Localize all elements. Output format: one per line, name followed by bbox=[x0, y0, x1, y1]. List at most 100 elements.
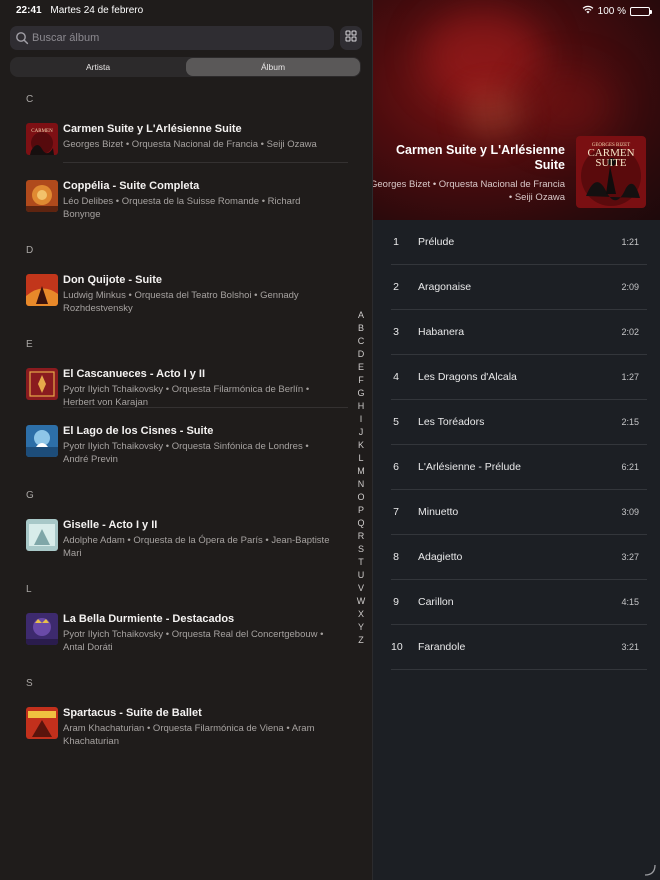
grid-icon bbox=[345, 29, 357, 47]
track-row[interactable]: 5 Les Toréadors 2:15 bbox=[391, 400, 647, 445]
track-row[interactable]: 3 Habanera 2:02 bbox=[391, 310, 647, 355]
track-row[interactable]: 8 Adagietto 3:27 bbox=[391, 535, 647, 580]
index-letter[interactable]: F bbox=[355, 374, 367, 387]
index-letter[interactable]: K bbox=[355, 439, 367, 452]
track-number: 10 bbox=[391, 641, 403, 653]
album-art bbox=[26, 425, 58, 457]
index-letter[interactable]: Z bbox=[355, 634, 367, 647]
album-subtitle: Léo Delibes • Orquesta de la Suisse Roma… bbox=[63, 196, 301, 220]
segment-artista[interactable]: Artista bbox=[11, 58, 185, 76]
battery-icon bbox=[630, 6, 652, 16]
album-art bbox=[26, 180, 58, 212]
index-letter[interactable]: S bbox=[355, 543, 367, 556]
track-name: Les Dragons d'Alcala bbox=[418, 371, 517, 383]
index-letter[interactable]: V bbox=[355, 582, 367, 595]
track-name: Habanera bbox=[418, 326, 465, 338]
search-input[interactable]: Buscar álbum bbox=[10, 26, 334, 50]
grid-view-button[interactable] bbox=[340, 26, 362, 50]
track-row[interactable]: 10 Farandole 3:21 bbox=[391, 625, 647, 670]
track-name: Adagietto bbox=[418, 551, 463, 563]
album-artists: Georges Bizet • Orquesta Nacional de Fra… bbox=[373, 179, 565, 203]
row-divider bbox=[63, 162, 348, 163]
alphabet-index[interactable]: ABCDEFGHIJKLMNOPQRSTUVWXYZ bbox=[355, 309, 367, 647]
track-duration: 3:21 bbox=[621, 642, 639, 652]
album-art bbox=[26, 707, 58, 739]
album-cover-title-text: CARMEN SUITE bbox=[587, 147, 635, 169]
status-time: 22:41 bbox=[16, 5, 42, 16]
search-row: Buscar álbum bbox=[10, 26, 362, 50]
section-header: L bbox=[26, 584, 32, 595]
track-row[interactable]: 6 L'Arlésienne - Prélude 6:21 bbox=[391, 445, 647, 490]
index-letter[interactable]: Q bbox=[355, 517, 367, 530]
index-letter[interactable]: M bbox=[355, 465, 367, 478]
index-letter[interactable]: J bbox=[355, 426, 367, 439]
album-title: Don Quijote - Suite bbox=[63, 274, 162, 286]
battery-percent: 100 % bbox=[597, 5, 626, 17]
index-letter[interactable]: T bbox=[355, 556, 367, 569]
track-row[interactable]: 4 Les Dragons d'Alcala 1:27 bbox=[391, 355, 647, 400]
index-letter[interactable]: A bbox=[355, 309, 367, 322]
track-number: 5 bbox=[393, 416, 399, 428]
track-row[interactable]: 1 Prélude 1:21 bbox=[391, 220, 647, 265]
section-header: D bbox=[26, 245, 34, 256]
index-letter[interactable]: G bbox=[355, 387, 367, 400]
track-number: 2 bbox=[393, 281, 399, 293]
status-left: 22:41 Martes 24 de febrero bbox=[16, 5, 143, 16]
row-divider bbox=[63, 407, 348, 408]
track-number: 8 bbox=[393, 551, 399, 563]
album-title: El Cascanueces - Acto I y II bbox=[63, 368, 206, 380]
index-letter[interactable]: Y bbox=[355, 621, 367, 634]
index-letter[interactable]: O bbox=[355, 491, 367, 504]
index-letter[interactable]: I bbox=[355, 413, 367, 426]
index-letter[interactable]: R bbox=[355, 530, 367, 543]
search-placeholder: Buscar álbum bbox=[32, 32, 100, 44]
index-letter[interactable]: W bbox=[355, 595, 367, 608]
track-number: 3 bbox=[393, 326, 399, 338]
track-duration: 1:21 bbox=[621, 237, 639, 247]
album-title: Coppélia - Suite Completa bbox=[63, 180, 200, 192]
album-title: El Lago de los Cisnes - Suite bbox=[63, 425, 214, 437]
album-title: Giselle - Acto I y II bbox=[63, 519, 158, 531]
track-row[interactable]: 2 Aragonaise 2:09 bbox=[391, 265, 647, 310]
resize-handle-icon[interactable] bbox=[642, 862, 656, 876]
track-name: Farandole bbox=[418, 641, 466, 653]
index-letter[interactable]: E bbox=[355, 361, 367, 374]
album-art bbox=[26, 613, 58, 645]
svg-text:CARMEN: CARMEN bbox=[31, 129, 53, 134]
status-date: Martes 24 de febrero bbox=[50, 5, 144, 16]
album-title: Spartacus - Suite de Ballet bbox=[63, 707, 202, 719]
track-name: Carillon bbox=[418, 596, 454, 608]
section-header: G bbox=[26, 490, 34, 501]
album-cover: GEORGES BIZET CARMEN SUITE bbox=[576, 136, 646, 208]
segment-album[interactable]: Álbum bbox=[186, 58, 360, 76]
index-letter[interactable]: H bbox=[355, 400, 367, 413]
index-letter[interactable]: L bbox=[355, 452, 367, 465]
track-duration: 6:21 bbox=[621, 462, 639, 472]
index-letter[interactable]: D bbox=[355, 348, 367, 361]
track-name: Prélude bbox=[418, 236, 455, 248]
index-letter[interactable]: X bbox=[355, 608, 367, 621]
album-detail-pane: Carmen Suite y L'Arlésienne Suite George… bbox=[372, 0, 660, 880]
track-number: 9 bbox=[393, 596, 399, 608]
track-row[interactable]: 7 Minuetto 3:09 bbox=[391, 490, 647, 535]
section-header: C bbox=[26, 94, 34, 105]
index-letter[interactable]: C bbox=[355, 335, 367, 348]
index-letter[interactable]: P bbox=[355, 504, 367, 517]
view-segmented-control: Artista Álbum bbox=[10, 57, 361, 77]
track-duration: 2:02 bbox=[621, 327, 639, 337]
track-row[interactable]: 9 Carillon 4:15 bbox=[391, 580, 647, 625]
album-title: Carmen Suite y L'Arlésienne Suite bbox=[63, 123, 242, 135]
album-subtitle: Aram Khachaturian • Orquesta Filarmónica… bbox=[63, 723, 315, 747]
section-header: E bbox=[26, 339, 33, 350]
album-art: CARMEN bbox=[26, 123, 58, 155]
track-name: Minuetto bbox=[418, 506, 459, 518]
album-subtitle: Georges Bizet • Orquesta Nacional de Fra… bbox=[63, 139, 317, 150]
album-art bbox=[26, 519, 58, 551]
section-header: S bbox=[26, 678, 33, 689]
track-number: 7 bbox=[393, 506, 399, 518]
album-art bbox=[26, 368, 58, 400]
index-letter[interactable]: U bbox=[355, 569, 367, 582]
album-list-pane: Buscar álbum Artista Álbum C CARMEN Carmen… bbox=[0, 0, 372, 880]
index-letter[interactable]: N bbox=[355, 478, 367, 491]
index-letter[interactable]: B bbox=[355, 322, 367, 335]
